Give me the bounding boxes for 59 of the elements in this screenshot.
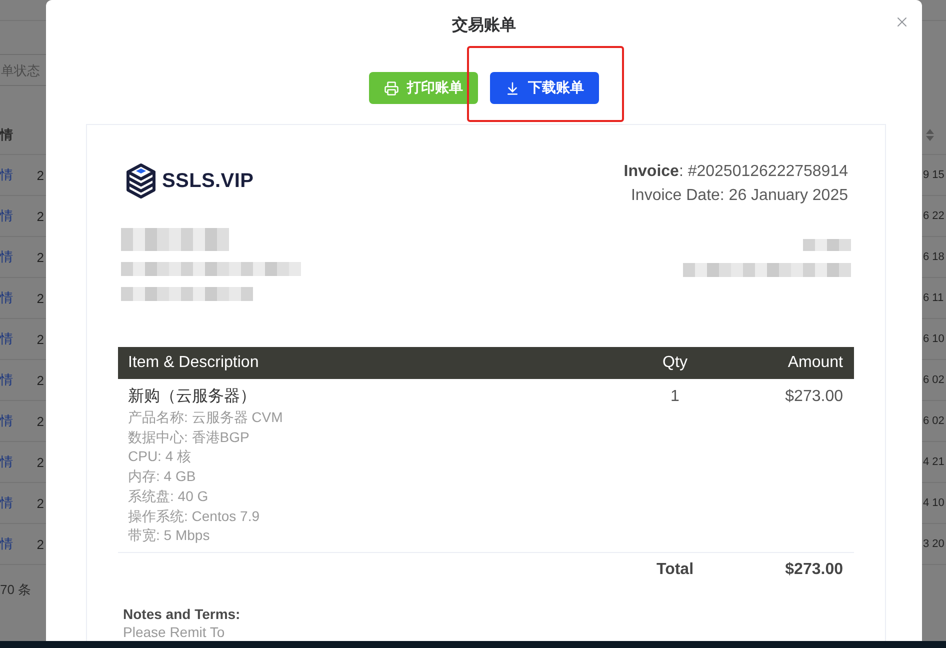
detail-link[interactable]: 情 [0, 289, 13, 307]
table-cell: 6 18 [923, 251, 944, 263]
qty-cell-text: 1 [670, 387, 680, 407]
table-cell: 2 [36, 168, 44, 182]
table-cell: 6 22 [923, 210, 944, 222]
table-cell: 6 11 [923, 292, 944, 304]
detail-link[interactable]: 情 [0, 330, 13, 348]
table-cell: 4 21 [923, 456, 944, 468]
invoice-number: Invoice: #20250126222758914 [624, 162, 848, 182]
detail-link[interactable]: 情 [0, 453, 13, 471]
total-label: Total [655, 560, 695, 579]
stacked-layers-logo-icon [125, 163, 157, 199]
detail-link[interactable]: 情 [0, 207, 13, 225]
table-cell: 2 [36, 250, 44, 264]
table-cell: 2 [36, 290, 44, 306]
dialog-title: 交易账单 [452, 16, 516, 36]
sort-icon[interactable] [926, 128, 934, 140]
notes-line: Please Remit To [123, 622, 225, 641]
column-header: Qty [662, 354, 688, 372]
detail-link[interactable]: 情 [0, 248, 13, 266]
table-cell: 3 20 [923, 538, 944, 550]
spec-line: 系统盘: 40 G [128, 486, 208, 506]
detail-link[interactable]: 情 [0, 412, 13, 430]
detail-link[interactable]: 情 [0, 535, 13, 553]
table-cell: 6 02 [923, 374, 944, 386]
pagination-total: 70 条 [0, 581, 32, 599]
download-icon [505, 80, 520, 96]
spec-line: 内存: 4 GB [128, 467, 196, 486]
detail-link[interactable]: 情 [0, 166, 13, 184]
printer-icon [384, 80, 399, 96]
column-header: Amount [786, 354, 844, 372]
item-name: 新购（云服务器） [128, 386, 256, 407]
spec-line: 产品名称: 云服务器 CVM [128, 408, 283, 427]
detail-link[interactable]: 情 [0, 371, 13, 389]
table-cell: 2 [36, 454, 44, 470]
total-amount: $273.00 [784, 560, 844, 579]
table-cell: 2 [36, 208, 44, 224]
print-button[interactable]: 打印账单 [369, 72, 478, 104]
table-cell: 6 10 [923, 333, 944, 345]
logo-text: SSLS.VIP [162, 170, 254, 192]
download-button[interactable]: 下载账单 [490, 72, 599, 104]
amount-cell-text: $273.00 [784, 387, 844, 407]
table-cell: 6 02 [923, 415, 944, 427]
table-cell: 2 [36, 496, 44, 510]
spec-line: 操作系统: Centos 7.9 [128, 506, 260, 526]
invoice-date: Invoice Date: 26 January 2025 [630, 186, 848, 206]
notes-title: Notes and Terms: [123, 604, 240, 623]
spec-line: CPU: 4 核 [128, 447, 192, 466]
table-cell: 9 15 [923, 169, 944, 181]
table-cell: 2 [36, 414, 44, 428]
column-header: Item & Description [127, 354, 260, 372]
detail-link[interactable]: 情 [0, 494, 13, 512]
table-cell: 2 [36, 536, 44, 552]
table-cell: 2 [36, 372, 44, 388]
table-cell: 2 [36, 332, 44, 346]
table-cell: 4 10 [923, 497, 944, 509]
redacted-block [803, 239, 851, 251]
spec-line: 带宽: 5 Mbps [128, 526, 210, 546]
spec-line: 数据中心: 香港BGP [128, 428, 250, 447]
